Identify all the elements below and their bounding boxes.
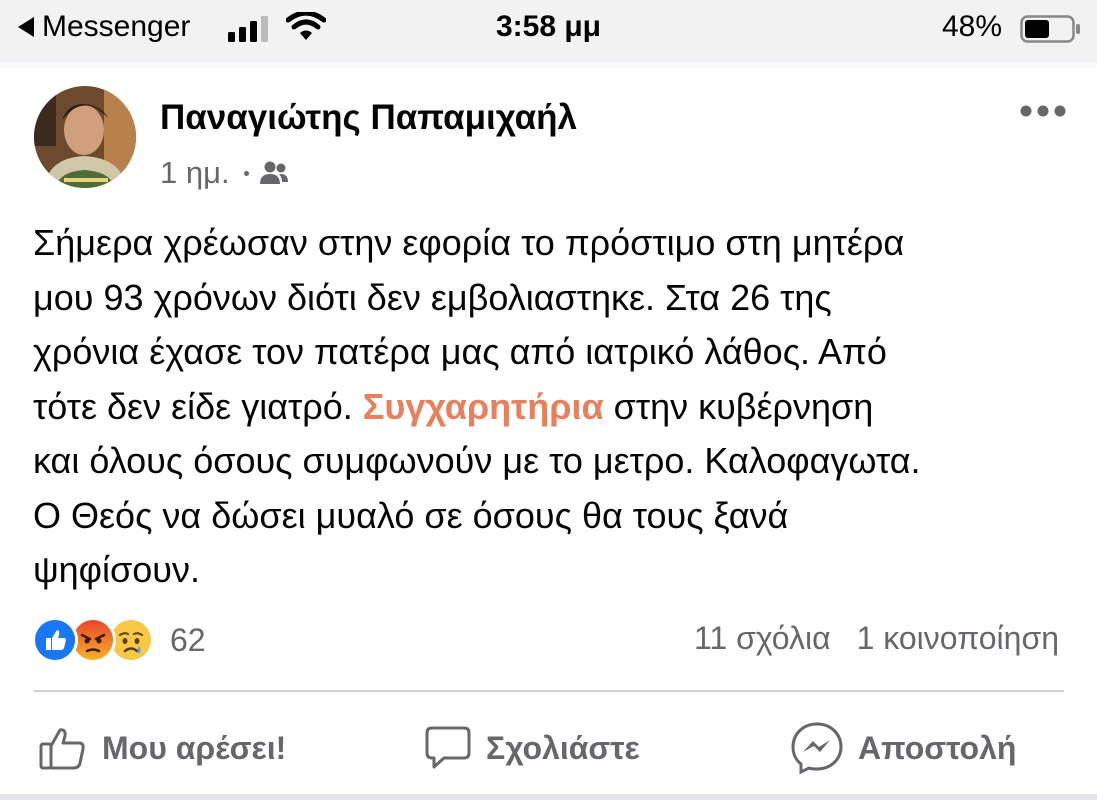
reaction-count: 62 — [170, 621, 206, 658]
separator-dot — [243, 170, 249, 176]
comment-button-label: Σχολιάστε — [486, 729, 640, 766]
post-line: ψηφίσουν. — [33, 549, 200, 590]
status-bar: Messenger 3:58 μμ 48% — [0, 0, 1097, 54]
send-button[interactable]: Αποστολή — [790, 718, 1016, 778]
post-line-with-highlight: τότε δεν είδε γιατρό. Συγχαρητήρια στην … — [33, 380, 1078, 435]
post-line: χρόνια έχασε τον πατέρα μας από ιατρικό … — [33, 331, 887, 372]
engagement-counts: 11 σχόλια 1 κοινοποίηση — [694, 620, 1059, 657]
post-line: μου 93 χρόνων διότι δεν εμβολιαστηκε. Στ… — [33, 276, 832, 318]
post-meta: 1 ημ. — [160, 155, 289, 191]
thumbs-up-icon — [39, 728, 85, 770]
send-button-label: Αποστολή — [858, 729, 1017, 766]
post-line: Σήμερα χρέωσαν στην εφορία το πρόστιμο σ… — [33, 222, 905, 263]
more-options-icon[interactable] — [1020, 104, 1066, 118]
battery-icon — [1020, 15, 1080, 43]
post-author-name[interactable]: Παναγιώτης Παπαμιχαήλ — [160, 98, 577, 138]
card-edge — [0, 62, 1097, 68]
comment-button[interactable]: Σχολιάστε — [424, 718, 640, 778]
comment-bubble-icon — [425, 726, 471, 769]
like-button-label: Μου αρέσει! — [102, 729, 287, 766]
comments-count-link[interactable]: 11 σχόλια — [694, 620, 831, 657]
post-line-end: στην κυβέρνηση — [603, 385, 874, 427]
battery-percent: 48% — [942, 10, 1003, 43]
post-line: και όλους όσους συμφωνούν με το μετρο. Κ… — [33, 440, 921, 481]
like-button[interactable]: Μου αρέσει! — [38, 718, 286, 778]
post-line-start: τότε δεν είδε γιατρό. — [33, 385, 363, 427]
highlighted-word: Συγχαρητήρια — [362, 385, 604, 427]
actions-divider — [34, 690, 1064, 692]
clock: 3:58 μμ — [495, 10, 602, 43]
avatar-photo — [34, 86, 136, 188]
friends-audience-icon[interactable] — [259, 160, 289, 186]
shares-count-link[interactable]: 1 κοινοποίηση — [857, 620, 1059, 657]
like-reaction-icon — [32, 617, 78, 663]
author-avatar[interactable] — [34, 86, 136, 188]
post-line: Ο Θεός να δώσει μυαλό σε όσους θα τους ξ… — [33, 494, 789, 536]
post-body-text: Σήμερα χρέωσαν στην εφορία το πρόστιμο σ… — [33, 216, 1078, 598]
reactions-summary[interactable]: 62 — [32, 616, 206, 664]
messenger-icon — [791, 722, 843, 775]
feed-separator-bottom — [0, 794, 1097, 800]
post-timestamp[interactable]: 1 ημ. — [160, 155, 230, 191]
